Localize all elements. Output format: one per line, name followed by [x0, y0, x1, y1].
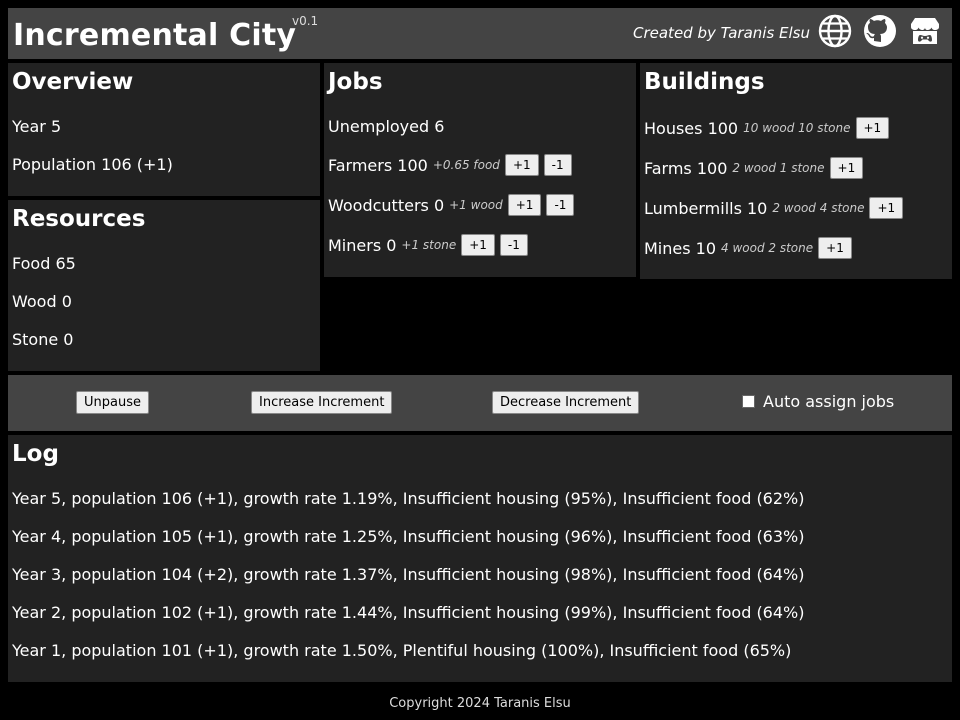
building-label: Lumbermills 10	[644, 198, 768, 218]
building-row-lumbermills: Lumbermills 10 2 wood 4 stone +1	[644, 197, 904, 219]
log-entry: Year 4, population 105 (+1), growth rate…	[12, 527, 805, 546]
job-row-woodcutters: Woodcutters 0 +1 wood +1 -1	[328, 194, 575, 216]
farmers-minus-button[interactable]: -1	[543, 154, 572, 176]
auto-assign-label: Auto assign jobs	[763, 392, 895, 411]
auto-assign-checkbox[interactable]	[742, 395, 755, 408]
farms-plus-button[interactable]: +1	[829, 157, 864, 179]
decrease-increment-button[interactable]: Decrease Increment	[492, 391, 640, 414]
resource-stone: Stone 0	[12, 330, 74, 349]
building-row-farms: Farms 100 2 wood 1 stone +1	[644, 157, 864, 179]
mines-plus-button[interactable]: +1	[818, 237, 852, 259]
resources-panel: Resources Food 65 Wood 0 Stone 0	[8, 200, 320, 371]
jobs-panel: Jobs Unemployed 6 Farmers 100 +0.65 food…	[324, 63, 636, 277]
building-label: Houses 100	[644, 118, 739, 138]
log-entry: Year 1, population 101 (+1), growth rate…	[12, 641, 792, 660]
controls-bar: Unpause Increase Increment Decrease Incr…	[8, 375, 952, 431]
log-title: Log	[12, 441, 59, 467]
building-label: Mines 10	[644, 238, 717, 258]
buildings-title: Buildings	[644, 69, 765, 95]
credit-text: Created by Taranis Elsu	[633, 24, 810, 42]
jobs-unemployed: Unemployed 6	[328, 117, 445, 136]
github-icon[interactable]	[863, 14, 897, 48]
version-label: v0.1	[292, 14, 319, 28]
building-row-houses: Houses 100 10 wood 10 stone +1	[644, 117, 890, 139]
overview-panel: Overview Year 5 Population 106 (+1)	[8, 63, 320, 196]
job-label: Miners 0	[328, 235, 397, 255]
job-label: Farmers 100	[328, 155, 428, 175]
unpause-button[interactable]: Unpause	[76, 391, 149, 414]
miners-plus-button[interactable]: +1	[461, 234, 495, 256]
building-cost: 2 wood 1 stone	[732, 161, 825, 175]
resources-title: Resources	[12, 206, 146, 232]
lumbermills-plus-button[interactable]: +1	[869, 197, 904, 219]
job-yield: +1 stone	[401, 238, 457, 252]
copyright-footer: Copyright 2024 Taranis Elsu	[389, 696, 571, 711]
job-yield: +1 wood	[449, 198, 503, 212]
woodcutters-minus-button[interactable]: -1	[546, 194, 575, 216]
miners-minus-button[interactable]: -1	[499, 234, 528, 256]
log-entry: Year 3, population 104 (+2), growth rate…	[12, 565, 805, 584]
itch-store-icon[interactable]	[908, 14, 942, 48]
building-cost: 4 wood 2 stone	[721, 241, 814, 255]
log-entry: Year 2, population 102 (+1), growth rate…	[12, 603, 805, 622]
globe-icon[interactable]	[818, 14, 852, 48]
overview-population: Population 106 (+1)	[12, 155, 173, 174]
buildings-panel: Buildings Houses 100 10 wood 10 stone +1…	[640, 63, 952, 279]
job-row-miners: Miners 0 +1 stone +1 -1	[328, 234, 528, 256]
increase-increment-button[interactable]: Increase Increment	[251, 391, 393, 414]
farmers-plus-button[interactable]: +1	[504, 154, 539, 176]
overview-title: Overview	[12, 69, 134, 95]
building-cost: 2 wood 4 stone	[772, 201, 865, 215]
log-panel: Log Year 5, population 106 (+1), growth …	[8, 435, 952, 682]
houses-plus-button[interactable]: +1	[855, 117, 890, 139]
woodcutters-plus-button[interactable]: +1	[507, 194, 542, 216]
log-entry: Year 5, population 106 (+1), growth rate…	[12, 489, 805, 508]
job-yield: +0.65 food	[432, 158, 500, 172]
header-bar: Incremental City v0.1 Created by Taranis…	[8, 8, 952, 59]
jobs-title: Jobs	[328, 69, 383, 95]
resource-wood: Wood 0	[12, 292, 72, 311]
resource-food: Food 65	[12, 254, 76, 273]
building-row-mines: Mines 10 4 wood 2 stone +1	[644, 237, 852, 259]
building-cost: 10 wood 10 stone	[743, 121, 851, 135]
job-row-farmers: Farmers 100 +0.65 food +1 -1	[328, 154, 572, 176]
app-title: Incremental City	[13, 18, 297, 53]
overview-year: Year 5	[12, 117, 62, 136]
building-label: Farms 100	[644, 158, 728, 178]
auto-assign-toggle[interactable]: Auto assign jobs	[742, 392, 894, 411]
job-label: Woodcutters 0	[328, 195, 445, 215]
